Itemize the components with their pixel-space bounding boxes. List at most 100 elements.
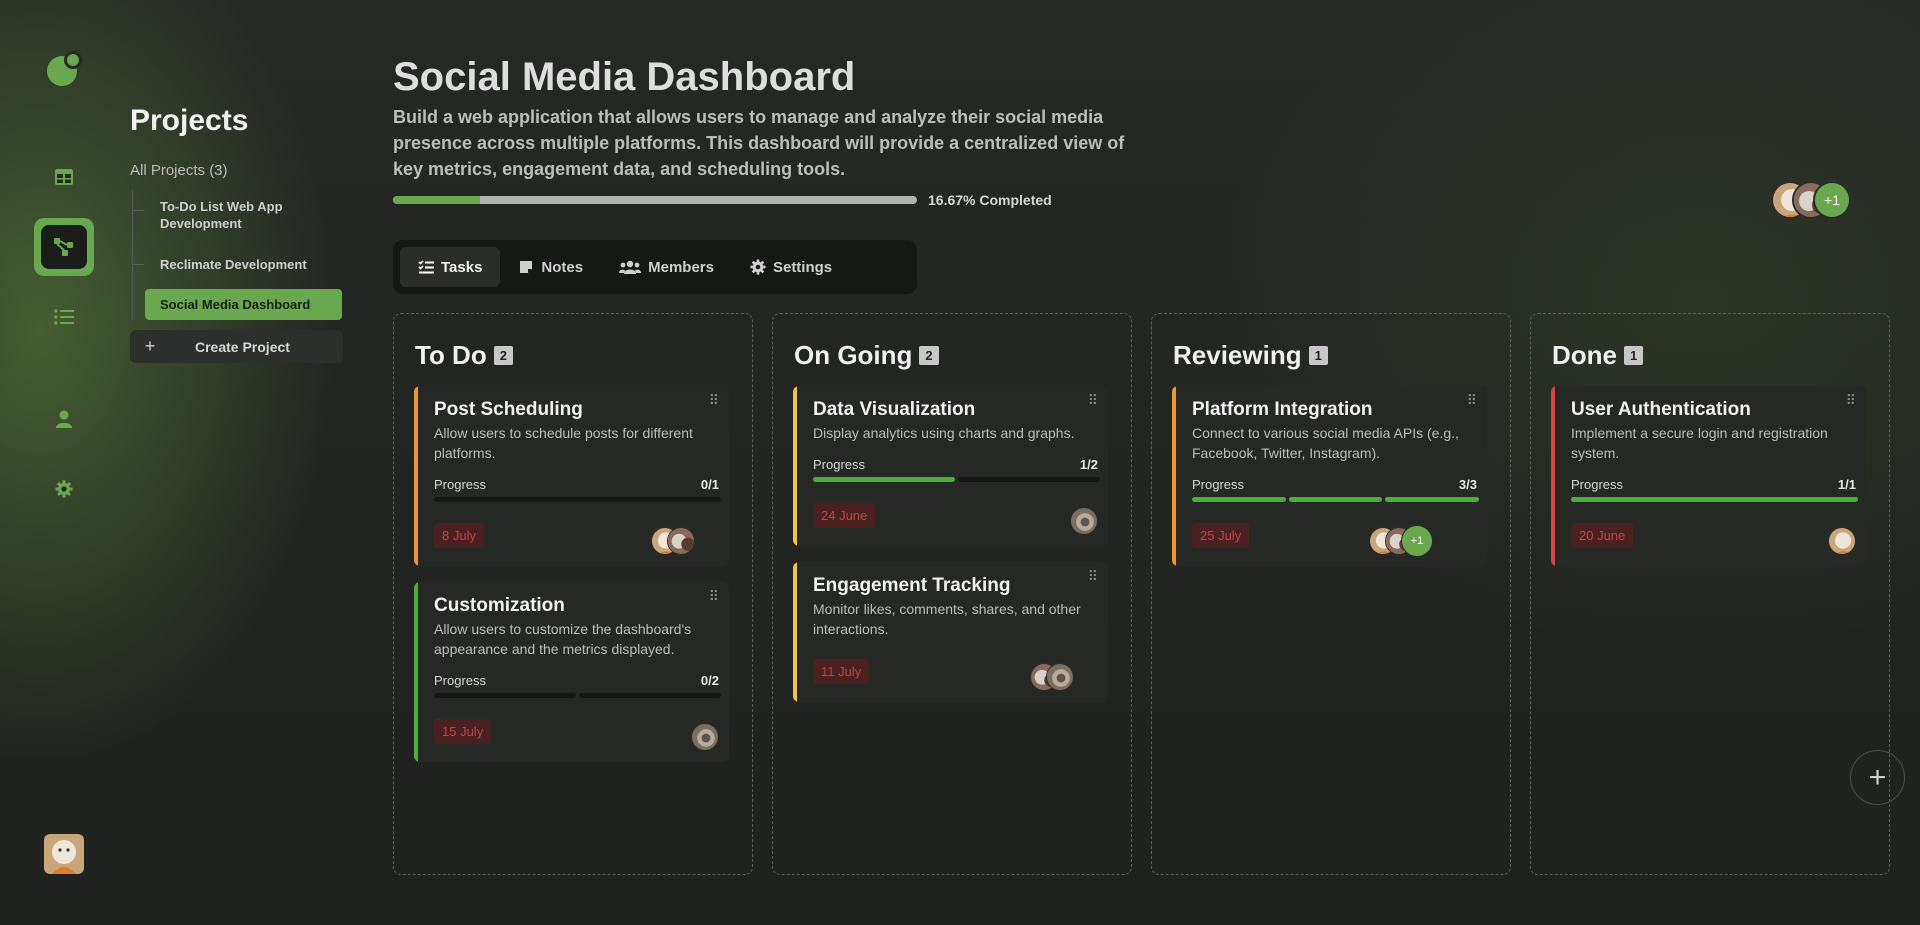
create-project-button[interactable]: + Create Project xyxy=(130,330,343,363)
column-ongoing: On Going 2 ⠿ Data Visualization Display … xyxy=(772,313,1132,875)
nav-rail xyxy=(0,0,130,925)
task-card[interactable]: ⠿ Post Scheduling Allow users to schedul… xyxy=(414,386,729,566)
progress-segment xyxy=(434,693,576,698)
all-projects-link[interactable]: All Projects (3) xyxy=(130,162,228,179)
progress-label: Progress xyxy=(1192,477,1245,492)
task-title: Post Scheduling xyxy=(434,399,583,420)
task-description: Monitor likes, comments, shares, and oth… xyxy=(813,601,1081,637)
task-progress-bar xyxy=(434,693,721,698)
project-progress-text: 16.67% Completed xyxy=(928,192,1052,208)
task-assignees xyxy=(1030,663,1080,691)
column-title: Done xyxy=(1552,340,1617,370)
tab-members[interactable]: Members xyxy=(601,247,732,287)
column-count-badge: 2 xyxy=(919,346,939,365)
column-done: Done 1 ⠿ User Authentication Implement a… xyxy=(1530,313,1890,875)
task-card[interactable]: ⠿ User Authentication Implement a secure… xyxy=(1551,386,1866,566)
due-date-badge: 20 June xyxy=(1571,523,1634,548)
tab-tasks[interactable]: Tasks xyxy=(400,247,501,287)
progress-segment xyxy=(1385,497,1480,502)
sidebar-item-todo-app[interactable]: To-Do List Web App Development xyxy=(160,198,310,232)
avatar xyxy=(691,723,719,751)
task-card[interactable]: ⠿ Data Visualization Display analytics u… xyxy=(793,386,1108,546)
add-task-button[interactable]: + xyxy=(1850,750,1905,805)
task-card[interactable]: ⠿ Engagement Tracking Monitor likes, com… xyxy=(793,562,1108,702)
task-assignees xyxy=(651,527,701,555)
task-assignees: +1 xyxy=(1369,525,1435,557)
task-title: Engagement Tracking xyxy=(813,575,1011,596)
settings-gear-icon[interactable] xyxy=(34,460,94,518)
due-date-badge: 11 July xyxy=(813,659,870,684)
task-description: Display analytics using charts and graph… xyxy=(813,425,1075,441)
progress-segment xyxy=(1288,497,1383,502)
due-date-badge: 15 July xyxy=(434,719,492,744)
task-title: Customization xyxy=(434,595,565,616)
progress-value: 1/2 xyxy=(1079,457,1098,472)
current-user-avatar[interactable] xyxy=(44,834,84,874)
page-title: Social Media Dashboard xyxy=(393,55,856,99)
drag-handle-icon[interactable]: ⠿ xyxy=(709,393,719,407)
avatar xyxy=(667,527,695,555)
column-todo: To Do 2 ⠿ Post Scheduling Allow users to… xyxy=(393,313,753,875)
avatar xyxy=(1046,663,1074,691)
task-title: Platform Integration xyxy=(1192,399,1373,420)
drag-handle-icon[interactable]: ⠿ xyxy=(1088,569,1098,583)
task-card[interactable]: ⠿ Platform Integration Connect to variou… xyxy=(1172,386,1487,566)
column-reviewing: Reviewing 1 ⠿ Platform Integration Conne… xyxy=(1151,313,1511,875)
task-description: Allow users to customize the dashboard's… xyxy=(434,621,692,657)
gear-icon xyxy=(750,259,766,275)
progress-label: Progress xyxy=(1571,477,1624,492)
progress-value: 1/1 xyxy=(1837,477,1856,492)
tasks-icon xyxy=(418,259,434,275)
progress-label: Progress xyxy=(813,457,866,472)
column-count-badge: 1 xyxy=(1624,346,1644,365)
progress-segment xyxy=(1571,497,1858,502)
task-assignees xyxy=(691,723,719,751)
avatar xyxy=(1828,527,1856,555)
progress-value: 3/3 xyxy=(1458,477,1477,492)
user-icon[interactable] xyxy=(34,390,94,448)
drag-handle-icon[interactable]: ⠿ xyxy=(1088,393,1098,407)
sidebar-item-social-media[interactable]: Social Media Dashboard xyxy=(145,289,342,320)
column-count-badge: 2 xyxy=(493,346,513,365)
column-title: On Going xyxy=(794,340,913,370)
task-assignees xyxy=(1828,527,1856,555)
projects-nav-button[interactable] xyxy=(34,218,94,276)
due-date-badge: 24 June xyxy=(813,503,876,528)
progress-label: Progress xyxy=(434,673,487,688)
due-date-badge: 25 July xyxy=(1192,523,1250,548)
members-icon xyxy=(619,259,642,275)
drag-handle-icon[interactable]: ⠿ xyxy=(709,589,719,603)
project-progress-bar xyxy=(393,196,917,204)
app-logo-icon[interactable] xyxy=(46,50,84,88)
tab-settings[interactable]: Settings xyxy=(732,247,850,287)
task-progress-bar xyxy=(434,497,721,502)
task-assignees xyxy=(1070,507,1098,535)
project-tree-icon xyxy=(41,225,87,269)
column-title: To Do xyxy=(415,340,487,370)
note-icon xyxy=(518,259,534,275)
list-icon[interactable] xyxy=(34,288,94,346)
progress-segment xyxy=(958,477,1100,482)
task-progress-bar xyxy=(1192,497,1480,502)
progress-segment xyxy=(579,693,721,698)
sidebar-item-reclimate[interactable]: Reclimate Development xyxy=(160,256,307,273)
column-count-badge: 1 xyxy=(1308,346,1328,365)
task-progress-bar xyxy=(1571,497,1858,502)
task-description: Implement a secure login and registratio… xyxy=(1571,425,1828,461)
progress-value: 0/1 xyxy=(700,477,719,492)
plus-icon: + xyxy=(144,336,156,356)
progress-label: Progress xyxy=(434,477,487,492)
more-assignees-badge: +1 xyxy=(1401,525,1433,557)
more-members-badge: +1 xyxy=(1813,181,1851,219)
dashboard-table-icon[interactable] xyxy=(34,148,94,206)
due-date-badge: 8 July xyxy=(434,523,484,548)
tab-notes[interactable]: Notes xyxy=(500,247,601,287)
drag-handle-icon[interactable]: ⠿ xyxy=(1467,393,1477,407)
task-title: User Authentication xyxy=(1571,399,1751,420)
column-title: Reviewing xyxy=(1173,340,1302,370)
task-card[interactable]: ⠿ Customization Allow users to customize… xyxy=(414,582,729,762)
drag-handle-icon[interactable]: ⠿ xyxy=(1846,393,1856,407)
task-description: Connect to various social media APIs (e.… xyxy=(1192,425,1459,461)
progress-segment xyxy=(1192,497,1286,502)
project-description: Build a web application that allows user… xyxy=(393,107,1125,179)
